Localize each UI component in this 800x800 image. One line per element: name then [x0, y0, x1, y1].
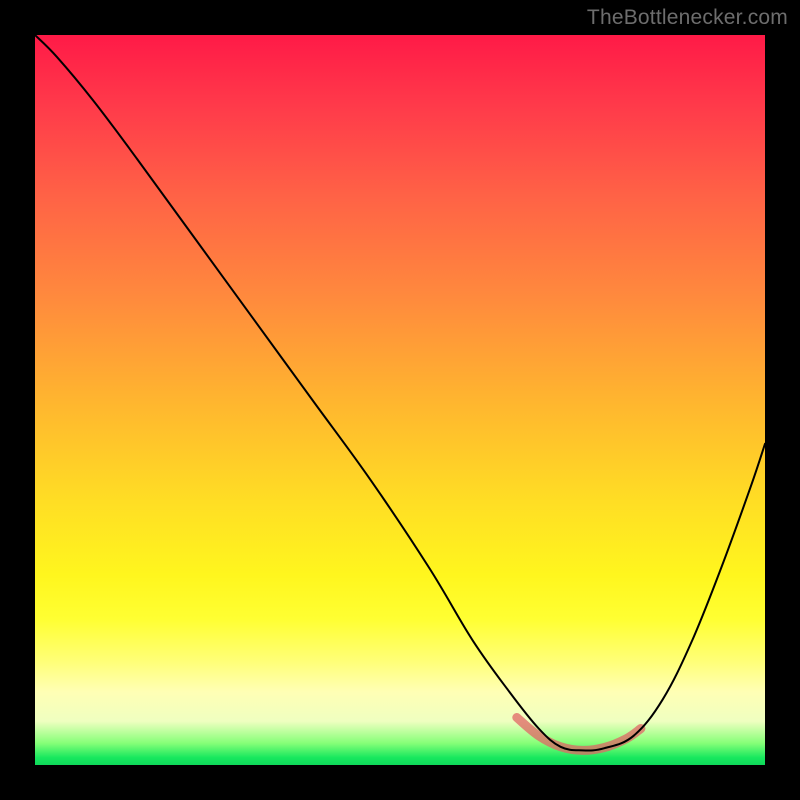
bottleneck-curve — [35, 35, 765, 751]
valley-highlight — [517, 718, 641, 751]
chart-frame: TheBottlenecker.com — [0, 0, 800, 800]
curve-layer — [35, 35, 765, 765]
plot-area — [35, 35, 765, 765]
watermark-text: TheBottlenecker.com — [587, 6, 788, 30]
